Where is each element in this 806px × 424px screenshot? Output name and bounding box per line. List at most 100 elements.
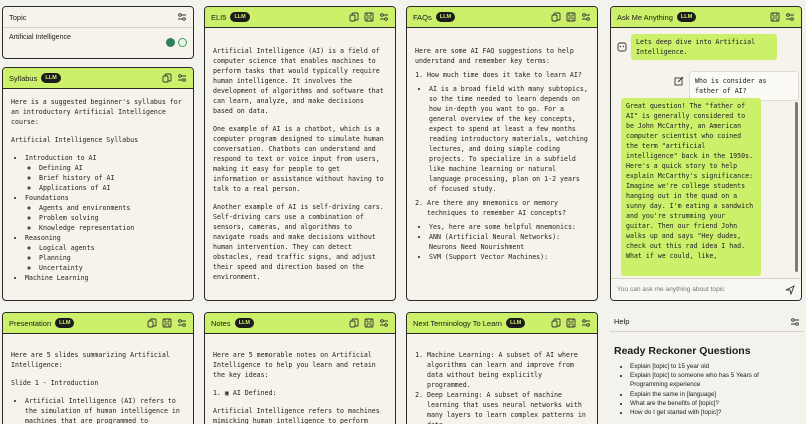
- list-item: Planning: [39, 253, 185, 263]
- list-item: Machine Learning: [25, 273, 185, 283]
- list-item: Reasoning Logical agentsPlanningUncertai…: [25, 233, 185, 273]
- settings-sliders-icon[interactable]: [580, 318, 591, 329]
- chat-input-placeholder: You can ask me anything about topic: [617, 286, 725, 293]
- help-header: Help: [610, 312, 804, 332]
- eli5-paragraph: One example of AI is a chatbot, which is…: [213, 125, 384, 193]
- list-item: Introduction to AI Defining AIBrief hist…: [25, 153, 185, 193]
- copy-icon[interactable]: [146, 318, 157, 329]
- user-edit-icon: [673, 75, 684, 86]
- help-panel: Help Ready Reckoner Questions Explain [t…: [610, 312, 804, 424]
- eli5-paragraph: Another example of AI is self-driving ca…: [213, 203, 384, 281]
- llm-badge: LLM: [41, 73, 61, 83]
- bot-message: Lets deep dive into Artificial Intellige…: [631, 34, 777, 60]
- topic-header: Topic: [3, 7, 193, 28]
- syllabus-heading: Artificial Intelligence Syllabus: [11, 136, 139, 144]
- settings-sliders-icon[interactable]: [784, 12, 795, 23]
- chat-scrollbar[interactable]: [795, 102, 798, 272]
- ask-panel: Ask Me Anything LLM Lets deep dive into …: [610, 6, 802, 301]
- llm-badge: LLM: [435, 12, 456, 22]
- slide-bullet: Artificial Intelligence (AI) refers to t…: [25, 396, 185, 424]
- refresh-icon[interactable]: [178, 38, 187, 47]
- faqs-content: Here are some AI FAQ suggestions to help…: [407, 39, 597, 300]
- help-item[interactable]: How do I get started with [topic]?: [630, 408, 790, 417]
- copy-icon[interactable]: [348, 318, 359, 329]
- llm-badge: LLM: [676, 12, 697, 22]
- ask-title: Ask Me Anything: [617, 12, 673, 22]
- help-item[interactable]: Explain [topic] to 15 year old: [630, 362, 790, 371]
- syllabus-panel: Syllabus LLM Here is a suggested beginne…: [2, 67, 194, 301]
- help-item[interactable]: Explain [topic] to someone who has 5 Yea…: [630, 371, 790, 389]
- bot-avatar-icon: [616, 41, 627, 52]
- list-item: Foundations Agents and environmentsProbl…: [25, 193, 185, 233]
- help-item[interactable]: Explain the same in [language]: [630, 390, 790, 399]
- eli5-header: ELI5 LLM: [205, 7, 395, 28]
- topic-panel: Topic Artificial Intelligence: [2, 6, 194, 59]
- note-heading: 1. ▣ AI Defined:: [213, 389, 277, 397]
- list-item: Problem solving: [39, 213, 185, 223]
- syllabus-list: Introduction to AI Defining AIBrief hist…: [11, 153, 185, 283]
- next-terms-content: Machine Learning: A subset of AI where a…: [407, 343, 597, 424]
- topic-input[interactable]: Artificial Intelligence: [9, 34, 71, 41]
- presentation-title: Presentation: [9, 318, 52, 328]
- settings-sliders-icon[interactable]: [580, 12, 591, 23]
- list-item: Logical agents: [39, 243, 185, 253]
- faqs-panel: FAQs LLM Here are some AI FAQ suggestion…: [406, 6, 598, 301]
- settings-sliders-icon[interactable]: [176, 12, 187, 23]
- syllabus-intro: Here is a suggested beginner's syllabus …: [11, 98, 182, 126]
- notes-title: Notes: [211, 318, 231, 328]
- help-item[interactable]: What are the benefits of [topic]?: [630, 399, 790, 408]
- send-icon[interactable]: [784, 284, 795, 295]
- list-item: Agents and environments: [39, 203, 185, 213]
- faqs-intro: Here are some AI FAQ suggestions to help…: [415, 47, 574, 65]
- next-terms-header: Next Terminology To Learn LLM: [407, 313, 597, 334]
- save-icon[interactable]: [565, 12, 576, 23]
- faqs-title: FAQs: [413, 12, 432, 22]
- llm-badge: LLM: [230, 12, 250, 22]
- next-terms-panel: Next Terminology To Learn LLM Machine Le…: [406, 312, 598, 424]
- syllabus-title: Syllabus: [9, 73, 38, 83]
- term-item: Machine Learning: A subset of AI where a…: [427, 350, 589, 390]
- presentation-panel: Presentation LLM Here are 5 slides summa…: [2, 312, 194, 424]
- settings-sliders-icon[interactable]: [176, 318, 187, 329]
- list-item: Knowledge representation: [39, 223, 185, 233]
- list-item: Defining AI: [39, 163, 185, 173]
- save-icon[interactable]: [363, 12, 374, 23]
- llm-badge: LLM: [55, 318, 75, 328]
- presentation-header: Presentation LLM: [3, 313, 193, 334]
- eli5-paragraph: Artificial Intelligence (AI) is a field …: [213, 47, 384, 115]
- ask-header: Ask Me Anything LLM: [611, 7, 801, 28]
- notes-panel: Notes LLM Here are 5 memorable notes on …: [204, 312, 396, 424]
- settings-sliders-icon[interactable]: [176, 73, 187, 84]
- notes-header: Notes LLM: [205, 313, 395, 334]
- eli5-content: Artificial Intelligence (AI) is a field …: [205, 39, 395, 300]
- faq-question: Are there any mnemonics or memory techni…: [427, 198, 589, 262]
- settings-sliders-icon[interactable]: [378, 318, 389, 329]
- save-icon[interactable]: [769, 12, 780, 23]
- help-heading: Ready Reckoner Questions: [614, 345, 751, 357]
- slide-heading: Slide 1 - Introduction: [11, 379, 99, 387]
- user-message: Who is consider as father of AI?: [689, 71, 799, 101]
- settings-sliders-icon[interactable]: [378, 12, 389, 23]
- term-item: Deep Learning: A subset of machine learn…: [427, 390, 589, 424]
- copy-icon[interactable]: [348, 12, 359, 23]
- bulb-icon[interactable]: [166, 38, 175, 47]
- copy-icon[interactable]: [161, 73, 172, 84]
- bot-message: Great question! The "father of AI" is ge…: [621, 98, 761, 276]
- faq-answer: ANN (Artificial Neural Networks): Neuron…: [429, 232, 589, 252]
- notes-content: Here are 5 memorable notes on Artificial…: [205, 343, 395, 424]
- faq-question: How much time does it take to learn AI? …: [427, 70, 589, 194]
- copy-icon[interactable]: [550, 12, 561, 23]
- save-icon[interactable]: [363, 318, 374, 329]
- robot-icon: ▣: [224, 389, 229, 397]
- save-icon[interactable]: [565, 318, 576, 329]
- note-text: Artificial Intelligence refers to machin…: [213, 407, 380, 424]
- llm-badge: LLM: [505, 318, 526, 328]
- copy-icon[interactable]: [550, 318, 561, 329]
- settings-sliders-icon[interactable]: [789, 316, 800, 327]
- faqs-header: FAQs LLM: [407, 7, 597, 28]
- syllabus-content: Here is a suggested beginner's syllabus …: [3, 90, 193, 300]
- chat-input[interactable]: You can ask me anything about topic: [611, 278, 801, 300]
- save-icon[interactable]: [161, 318, 172, 329]
- notes-intro: Here are 5 memorable notes on Artificial…: [213, 351, 376, 379]
- topic-label: Topic: [9, 12, 27, 22]
